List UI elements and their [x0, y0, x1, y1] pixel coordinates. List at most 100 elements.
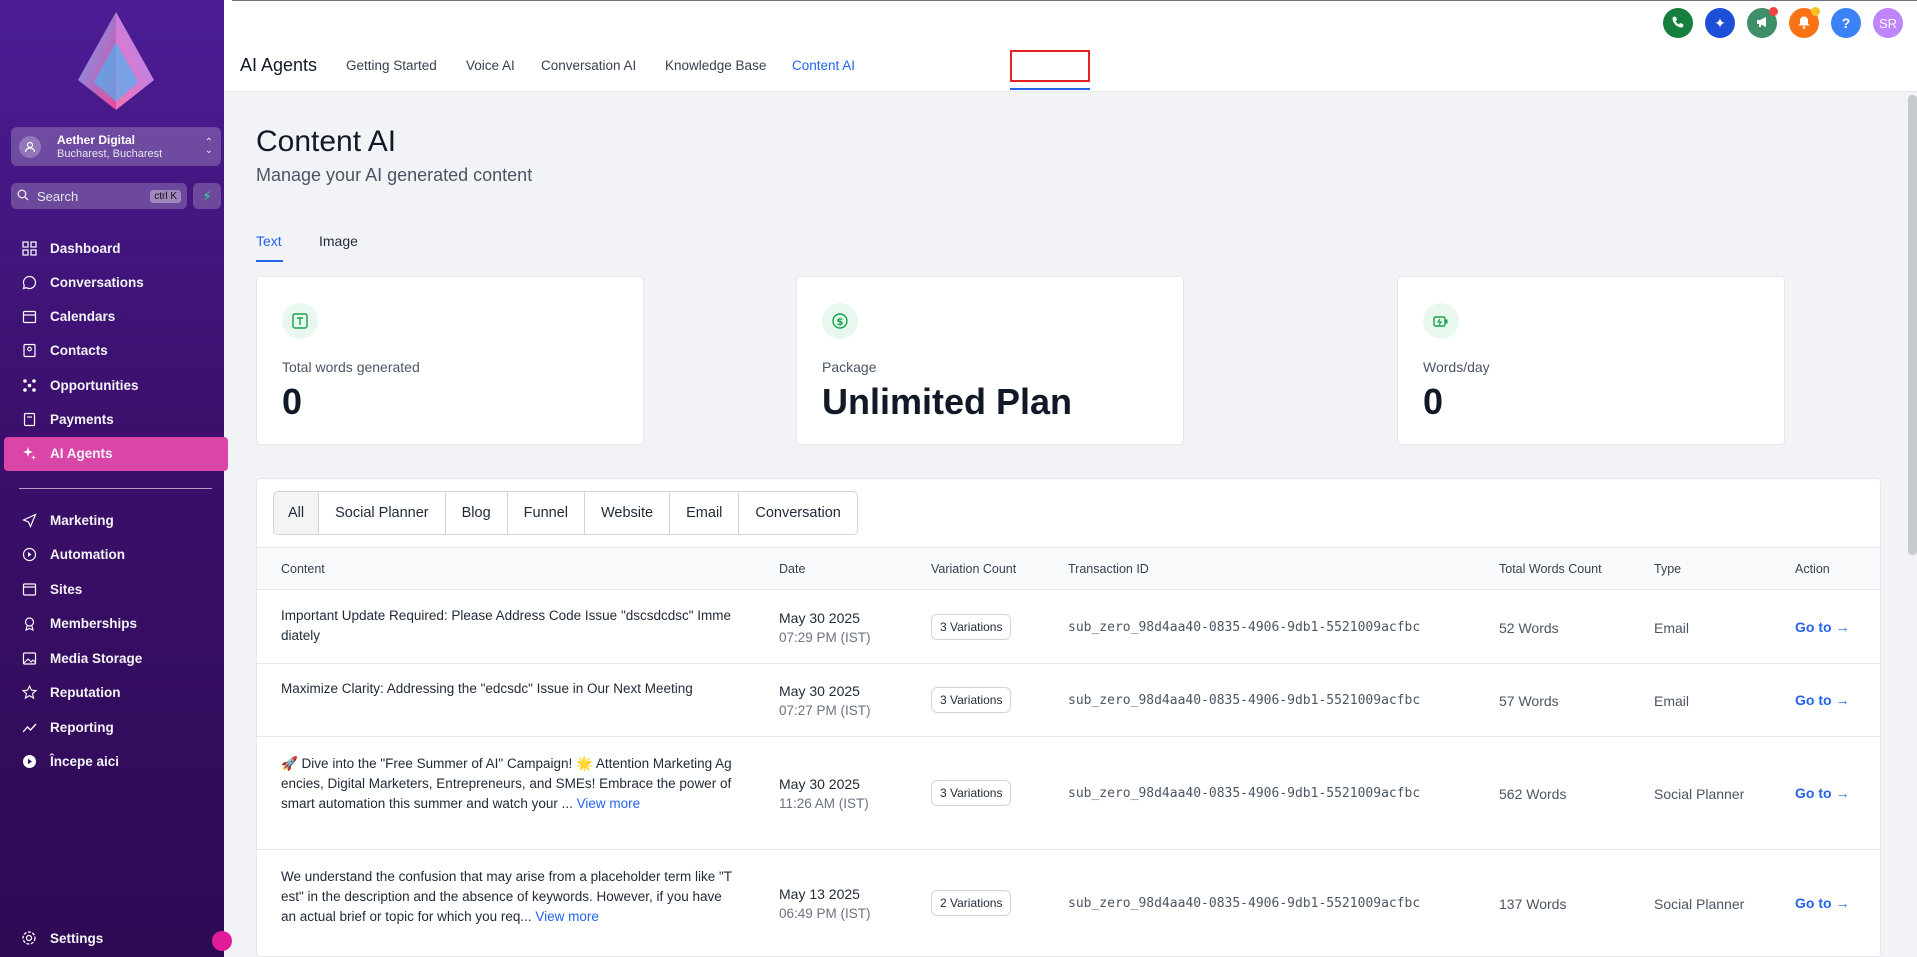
time-value: 07:27 PM (IST) — [779, 702, 871, 718]
sidebar-item-marketing[interactable]: Marketing — [4, 503, 228, 537]
content-type: Social Planner — [1654, 785, 1745, 802]
sidebar-item-dashboard[interactable]: Dashboard — [4, 231, 228, 265]
column-header-date[interactable]: Date — [779, 562, 805, 576]
table-header: Content Date Variation Count Transaction ID… — [257, 547, 1880, 590]
sidebar-item-label: Începe aici — [50, 754, 120, 769]
sidebar: Aether Digital Bucharest, Bucharest ⌃ ⌄ S… — [0, 0, 232, 957]
sidebar-item-calendars[interactable]: Calendars — [4, 300, 228, 334]
sidebar-item-reputation[interactable]: Reputation — [4, 676, 228, 710]
sites-icon — [20, 580, 38, 598]
time-value: 06:49 PM (IST) — [779, 906, 871, 921]
notifications-button[interactable] — [1789, 7, 1820, 38]
table-row: Important Update Required: Please Addres… — [257, 591, 1880, 664]
sidebar-item-media-storage[interactable]: Media Storage — [4, 641, 228, 675]
stat-card-words-per-day: Words/day 0 — [1397, 276, 1785, 445]
words-count: 52 Words — [1499, 619, 1559, 636]
go-to-link[interactable]: Go to → — [1795, 895, 1849, 911]
filter-website[interactable]: Website — [585, 492, 671, 534]
date-cell: May 30 2025 07:29 PM (IST) — [779, 608, 871, 648]
go-to-link[interactable]: Go to → — [1795, 619, 1849, 635]
tab-conversation-ai[interactable]: Conversation AI — [541, 58, 636, 73]
quick-action-button[interactable]: ⚡ — [193, 183, 221, 209]
sidebar-item-opportunities[interactable]: Opportunities — [4, 368, 228, 402]
tab-getting-started[interactable]: Getting Started — [346, 58, 437, 73]
sidebar-item-ai-agents[interactable]: AI Agents — [4, 436, 228, 471]
help-icon: ? — [1841, 15, 1851, 31]
go-to-link[interactable]: Go to → — [1795, 785, 1849, 801]
sidebar-item-settings[interactable]: Settings — [4, 921, 228, 955]
sidebar-item-label: Settings — [50, 930, 104, 946]
tab-content-ai[interactable]: Content AI — [792, 58, 855, 73]
page-scrollbar[interactable] — [1908, 95, 1917, 555]
sidebar-item-label: Media Storage — [50, 650, 143, 666]
date-value: May 30 2025 — [779, 682, 860, 699]
send-icon — [20, 511, 38, 529]
account-switcher[interactable]: Aether Digital Bucharest, Bucharest ⌃ ⌄ — [11, 127, 221, 166]
filter-blog[interactable]: Blog — [446, 492, 508, 534]
table-row: Maximize Clarity: Addressing the "edcsdc… — [257, 664, 1880, 737]
account-location: Bucharest, Bucharest — [57, 147, 163, 160]
sparkle-icon: ✦ — [1714, 14, 1726, 31]
go-to-label: Go to — [1795, 895, 1832, 911]
content-preview: Maximize Clarity: Addressing the "edcsdc… — [281, 679, 733, 699]
column-header-variation-count[interactable]: Variation Count — [931, 562, 1016, 576]
go-to-label: Go to — [1795, 784, 1832, 801]
column-header-content[interactable]: Content — [281, 562, 325, 576]
content-text: Maximize Clarity: Addressing the "edcsdc… — [281, 681, 693, 696]
words-count: 137 Words — [1499, 896, 1567, 912]
filter-social-planner[interactable]: Social Planner — [319, 492, 446, 534]
sidebar-item-memberships[interactable]: Memberships — [4, 607, 228, 641]
sidebar-divider — [19, 488, 212, 489]
ai-assistant-button[interactable]: ✦ — [1705, 8, 1735, 38]
table-row: 🚀 Dive into the "Free Summer of AI" Camp… — [257, 737, 1880, 850]
column-header-type[interactable]: Type — [1654, 562, 1681, 576]
column-header-transaction-id[interactable]: Transaction ID — [1068, 562, 1149, 576]
gear-icon — [20, 929, 38, 947]
active-tab-highlight — [1010, 50, 1090, 82]
type-filter-group: All Social Planner Blog Funnel Website Email C… — [273, 491, 858, 535]
header-title: AI Agents — [240, 55, 318, 75]
stat-label: Total words generated — [282, 359, 420, 375]
sidebar-item-reporting[interactable]: Reporting — [4, 710, 228, 744]
words-count: 57 Words — [1499, 692, 1559, 709]
sidebar-item-automation[interactable]: Automation — [4, 538, 228, 572]
text-icon — [282, 303, 318, 339]
top-header: AI Agents Getting Started Voice AI Convers… — [224, 0, 1917, 92]
unread-dot — [1769, 7, 1778, 16]
filter-email[interactable]: Email — [670, 492, 740, 534]
view-more-link[interactable]: View more — [535, 909, 599, 924]
view-more-link[interactable]: View more — [577, 796, 641, 811]
dollar-icon: $ — [822, 303, 858, 339]
variation-count-badge: 3 Variations — [931, 686, 1012, 713]
sidebar-item-label: Calendars — [50, 309, 116, 325]
subtab-image[interactable]: Image — [319, 233, 358, 249]
search-input[interactable]: Search ctrl K — [11, 183, 187, 209]
filter-funnel[interactable]: Funnel — [508, 492, 585, 534]
column-header-action[interactable]: Action — [1795, 562, 1830, 576]
page-title: Content AI — [256, 125, 397, 158]
go-to-link[interactable]: Go to → — [1795, 692, 1849, 708]
phone-button[interactable] — [1663, 8, 1693, 38]
user-avatar[interactable]: SR — [1873, 8, 1903, 38]
stat-label: Words/day — [1423, 359, 1490, 375]
svg-text:$: $ — [837, 317, 844, 328]
sidebar-item-sites[interactable]: Sites — [4, 572, 228, 606]
column-header-total-words-count[interactable]: Total Words Count — [1499, 562, 1602, 576]
sidebar-item-label: Payments — [50, 412, 114, 427]
help-button[interactable]: ? — [1831, 8, 1861, 38]
sidebar-item-conversations[interactable]: Conversations — [4, 265, 228, 299]
filter-all[interactable]: All — [274, 492, 320, 534]
announcements-button[interactable] — [1747, 7, 1778, 38]
tab-voice-ai[interactable]: Voice AI — [466, 58, 515, 73]
sidebar-item-contacts[interactable]: Contacts — [4, 334, 228, 368]
tab-knowledge-base[interactable]: Knowledge Base — [665, 58, 766, 73]
subtab-text[interactable]: Text — [256, 233, 282, 249]
notification-dot[interactable] — [212, 931, 232, 951]
opportunities-icon — [20, 376, 38, 394]
filter-conversation[interactable]: Conversation — [739, 492, 856, 534]
sidebar-item-payments[interactable]: Payments — [4, 403, 228, 437]
brand-logo — [78, 12, 154, 110]
sidebar-item--ncepe-aici[interactable]: Începe aici — [4, 745, 228, 779]
user-initials: SR — [1878, 15, 1898, 31]
payments-icon — [20, 411, 38, 429]
